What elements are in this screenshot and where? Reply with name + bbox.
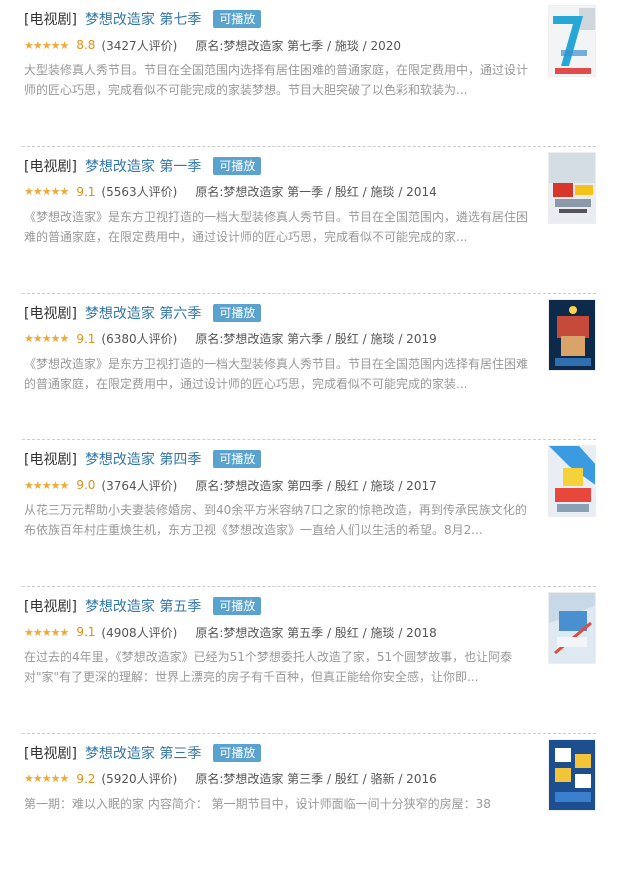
rating-stars-icon: ★★★★★ [24,625,69,639]
meta-info: 原名:梦想改造家 第五季 / 殷红 / 施琰 / 2018 [195,625,437,640]
category-label: [电视剧] [24,158,77,175]
title-line: [电视剧] 梦想改造家 第七季 可播放 [24,8,262,30]
playable-badge[interactable]: 可播放 [213,743,262,762]
list-item: [电视剧] 梦想改造家 第五季 可播放 ★★★★★ 9.1 (4908人评价) … [22,587,596,734]
meta-info: 原名:梦想改造家 第一季 / 殷红 / 施琰 / 2014 [195,185,437,200]
list-item: [电视剧] 梦想改造家 第七季 可播放 ★★★★★ 8.8 (3427人评价) … [22,0,596,147]
rating-votes: (3427人评价) [101,38,178,53]
title-link[interactable]: 梦想改造家 第一季 [85,156,201,176]
poster-image[interactable] [548,5,596,77]
list-item: [电视剧] 梦想改造家 第三季 可播放 ★★★★★ 9.2 (5920人评价) … [22,734,596,881]
abstract: 从花三万元帮助小夫妻装修婚房、到40余平方米容纳7口之家的惊艳改造，再到传承民族… [24,503,527,538]
category-label: [电视剧] [24,599,77,616]
rating-score: 9.1 [76,184,96,199]
poster-image[interactable] [548,738,596,811]
rating-stars-icon: ★★★★★ [24,185,69,199]
title-line: [电视剧] 梦想改造家 第四季 可播放 [24,448,262,470]
abstract: 大型装修真人秀节目。节目在全国范围内选择有居住困难的普通家庭，在限定费用中，通过… [24,63,529,97]
category-label: [电视剧] [24,305,77,322]
rating-stars-icon: ★★★★★ [24,332,69,346]
rating-stars-icon: ★★★★★ [24,478,69,492]
rating-votes: (6380人评价) [101,332,178,347]
rating-votes: (4908人评价) [101,625,178,640]
title-link[interactable]: 梦想改造家 第三季 [85,743,201,763]
category-label: [电视剧] [24,12,77,28]
rating-line: ★★★★★ 9.1 (5563人评价) 原名:梦想改造家 第一季 / 殷红 / … [24,183,437,201]
title-line: [电视剧] 梦想改造家 第六季 可播放 [24,302,262,324]
rating-votes: (5563人评价) [101,185,178,200]
rating-line: ★★★★★ 9.2 (5920人评价) 原名:梦想改造家 第三季 / 殷红 / … [24,770,437,788]
rating-score: 8.8 [76,38,96,52]
rating-votes: (5920人评价) [101,772,178,787]
abstract: 《梦想改造家》是东方卫视打造的一档大型装修真人秀节目。节目在全国范围内选择有居住… [24,356,529,391]
result-list: [电视剧] 梦想改造家 第七季 可播放 ★★★★★ 8.8 (3427人评价) … [0,0,618,881]
title-link[interactable]: 梦想改造家 第六季 [85,303,201,323]
title-link[interactable]: 梦想改造家 第七季 [85,9,201,29]
playable-badge[interactable]: 可播放 [213,156,262,175]
abstract: 在过去的4年里，《梦想改造家》已经为51个梦想委托人改造了家，51个圆梦故事，也… [24,650,513,685]
abstract: 第一期：难以入眠的家 内容简介： 第一期节目中，设计师面临一间十分狭窄的房屋：3… [24,796,491,811]
abstract: 《梦想改造家》是东方卫视打造的一档大型装修真人秀节目。节目在全国范围内，遴选有居… [24,209,529,244]
meta-info: 原名:梦想改造家 第六季 / 殷红 / 施琰 / 2019 [195,332,437,347]
poster-image[interactable] [548,592,596,665]
poster-image[interactable] [548,445,596,518]
rating-line: ★★★★★ 9.1 (4908人评价) 原名:梦想改造家 第五季 / 殷红 / … [24,623,437,641]
rating-votes: (3764人评价) [101,478,178,493]
list-item: [电视剧] 梦想改造家 第一季 可播放 ★★★★★ 9.1 (5563人评价) … [22,147,596,294]
meta-info: 原名:梦想改造家 第七季 / 施琰 / 2020 [195,38,402,53]
rating-score: 9.2 [76,771,96,786]
rating-stars-icon: ★★★★★ [24,772,69,786]
rating-score: 9.0 [76,478,96,493]
category-label: [电视剧] [24,745,77,762]
poster-image[interactable] [548,298,596,371]
rating-score: 9.1 [76,625,96,640]
rating-stars-icon: ★★★★★ [24,38,69,52]
rating-line: ★★★★★ 9.0 (3764人评价) 原名:梦想改造家 第四季 / 殷红 / … [24,476,437,494]
playable-badge[interactable]: 可播放 [213,10,262,28]
list-item: [电视剧] 梦想改造家 第四季 可播放 ★★★★★ 9.0 (3764人评价) … [22,440,596,588]
poster-image[interactable] [548,151,596,224]
rating-line: ★★★★★ 9.1 (6380人评价) 原名:梦想改造家 第六季 / 殷红 / … [24,330,437,348]
rating-line: ★★★★★ 8.8 (3427人评价) 原名:梦想改造家 第七季 / 施琰 / … [24,36,401,54]
meta-info: 原名:梦想改造家 第四季 / 殷红 / 施琰 / 2017 [195,478,437,493]
title-line: [电视剧] 梦想改造家 第三季 可播放 [24,742,262,764]
list-item: [电视剧] 梦想改造家 第六季 可播放 ★★★★★ 9.1 (6380人评价) … [22,294,596,441]
meta-info: 原名:梦想改造家 第三季 / 殷红 / 骆新 / 2016 [195,772,437,787]
title-line: [电视剧] 梦想改造家 第五季 可播放 [24,595,262,617]
title-line: [电视剧] 梦想改造家 第一季 可播放 [24,155,262,177]
title-link[interactable]: 梦想改造家 第四季 [85,449,201,469]
playable-badge[interactable]: 可播放 [213,303,262,322]
category-label: [电视剧] [24,452,77,469]
playable-badge[interactable]: 可播放 [213,450,262,469]
title-link[interactable]: 梦想改造家 第五季 [85,596,201,616]
playable-badge[interactable]: 可播放 [213,597,262,616]
rating-score: 9.1 [76,331,96,346]
